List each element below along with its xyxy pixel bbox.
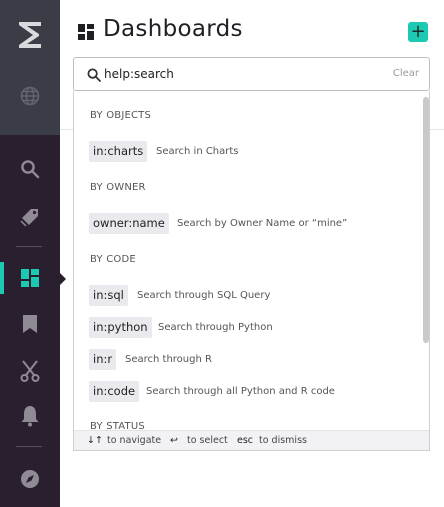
dashboard-icon bbox=[78, 24, 94, 40]
token-chip-in-code[interactable]: in:code bbox=[89, 381, 140, 402]
section-heading: BY CODE bbox=[90, 254, 136, 265]
nav-active-pointer bbox=[60, 273, 66, 285]
token-hint: Search through SQL Query bbox=[137, 290, 271, 301]
enter-key-icon: ↩ bbox=[170, 435, 178, 446]
scissors-icon[interactable] bbox=[0, 353, 60, 389]
search-box: Clear bbox=[73, 57, 430, 91]
nav-divider bbox=[16, 446, 42, 447]
keyboard-hints-footer: ↓↑ to navigate ↩ to select esc to dismis… bbox=[74, 430, 429, 450]
dropdown-scrollbar[interactable] bbox=[423, 97, 429, 343]
suggestions-list[interactable]: BY OBJECTS in:charts Search in Charts BY… bbox=[74, 91, 424, 431]
add-dashboard-button[interactable]: + bbox=[408, 22, 428, 42]
left-nav bbox=[0, 0, 60, 507]
globe-icon[interactable] bbox=[0, 78, 60, 114]
search-input[interactable] bbox=[104, 65, 374, 83]
search-icon bbox=[87, 67, 101, 82]
dashboard-icon[interactable] bbox=[0, 260, 60, 296]
page-title: Dashboards bbox=[103, 16, 243, 42]
tag-icon[interactable] bbox=[0, 198, 60, 234]
clear-button[interactable]: Clear bbox=[393, 68, 419, 79]
token-hint: Search through all Python and R code bbox=[146, 386, 335, 397]
bookmark-icon[interactable] bbox=[0, 306, 60, 342]
navigate-keys: ↓↑ bbox=[87, 435, 103, 446]
token-hint: Search by Owner Name or “mine” bbox=[177, 218, 348, 229]
token-chip-in-python[interactable]: in:python bbox=[89, 317, 152, 338]
token-hint: Search through Python bbox=[158, 322, 273, 333]
token-hint: Search through R bbox=[125, 354, 212, 365]
esc-key: esc bbox=[237, 435, 254, 446]
token-chip-in-charts[interactable]: in:charts bbox=[89, 141, 148, 162]
select-label: to select bbox=[187, 435, 228, 446]
compass-icon[interactable] bbox=[0, 461, 60, 497]
token-chip-in-sql[interactable]: in:sql bbox=[89, 285, 128, 306]
logo-icon[interactable] bbox=[0, 17, 60, 53]
navigate-label: to navigate bbox=[107, 435, 162, 446]
nav-top-notch bbox=[0, 118, 60, 135]
nav-divider bbox=[16, 246, 42, 247]
search-suggestions-dropdown: BY OBJECTS in:charts Search in Charts BY… bbox=[73, 91, 430, 451]
section-heading: BY OWNER bbox=[90, 182, 146, 193]
token-chip-owner-name[interactable]: owner:name bbox=[89, 213, 169, 234]
search-icon[interactable] bbox=[0, 151, 60, 187]
token-hint: Search in Charts bbox=[156, 146, 239, 157]
token-chip-in-r[interactable]: in:r bbox=[89, 349, 117, 370]
section-heading: BY OBJECTS bbox=[90, 110, 152, 121]
dismiss-label: to dismiss bbox=[259, 435, 307, 446]
bell-icon[interactable] bbox=[0, 398, 60, 434]
